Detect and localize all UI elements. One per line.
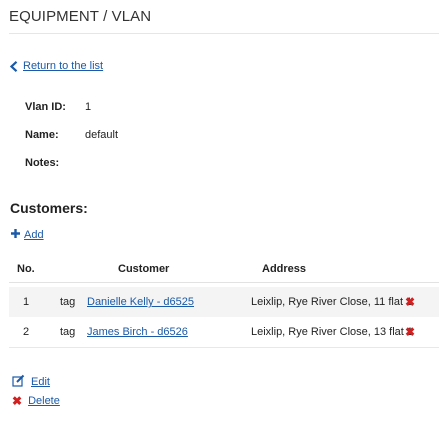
table-row: 2 tag James Birch - d6526 Leixlip, Rye R…: [9, 317, 439, 347]
delete-icon: ✖: [12, 394, 23, 408]
plus-icon: [10, 228, 21, 242]
row-tag: tag: [60, 296, 76, 308]
edit-icon: [12, 374, 25, 390]
row-divider: [9, 347, 439, 348]
property-value: default: [85, 129, 119, 141]
chevron-left-icon: [10, 60, 18, 72]
title-divider: [9, 33, 439, 34]
customers-heading: Customers:: [10, 200, 88, 216]
return-to-list-link[interactable]: Return to the list: [10, 60, 103, 72]
row-number: 2: [23, 326, 30, 338]
customer-address: Leixlip, Rye River Close, 13 flat 1: [251, 326, 414, 338]
row-number: 1: [23, 296, 30, 308]
column-header-customer: Customer: [118, 263, 170, 275]
row-tag: tag: [60, 326, 76, 338]
property-name: Name: default: [25, 129, 118, 157]
customer-link[interactable]: James Birch - d6526: [87, 326, 188, 338]
add-customer-button[interactable]: Add: [10, 228, 44, 242]
column-header-address: Address: [262, 263, 307, 275]
property-value: 1: [85, 101, 92, 113]
remove-customer-icon[interactable]: ✖: [405, 296, 415, 308]
property-notes: Notes:: [25, 157, 118, 185]
delete-label[interactable]: Delete: [28, 395, 60, 407]
property-vlan-id: Vlan ID: 1: [25, 101, 118, 129]
property-label: Name:: [25, 129, 59, 141]
customer-link[interactable]: Danielle Kelly - d6525: [87, 296, 194, 308]
delete-button[interactable]: ✖ Delete: [12, 395, 60, 407]
page-title: EQUIPMENT / VLAN: [9, 8, 152, 25]
vlan-properties: Vlan ID: 1 Name: default Notes:: [25, 101, 118, 185]
add-customer-label[interactable]: Add: [24, 229, 44, 241]
table-row: 1 tag Danielle Kelly - d6525 Leixlip, Ry…: [9, 287, 439, 317]
remove-customer-icon[interactable]: ✖: [405, 326, 415, 338]
return-to-list-label[interactable]: Return to the list: [23, 60, 103, 72]
table-header-divider: [9, 282, 439, 283]
property-label: Vlan ID:: [25, 101, 66, 113]
column-header-no: No.: [17, 263, 35, 275]
edit-label[interactable]: Edit: [31, 376, 50, 388]
property-label: Notes:: [25, 157, 60, 169]
customer-address: Leixlip, Rye River Close, 11 flat 1: [251, 296, 413, 308]
edit-button[interactable]: Edit: [12, 374, 50, 390]
